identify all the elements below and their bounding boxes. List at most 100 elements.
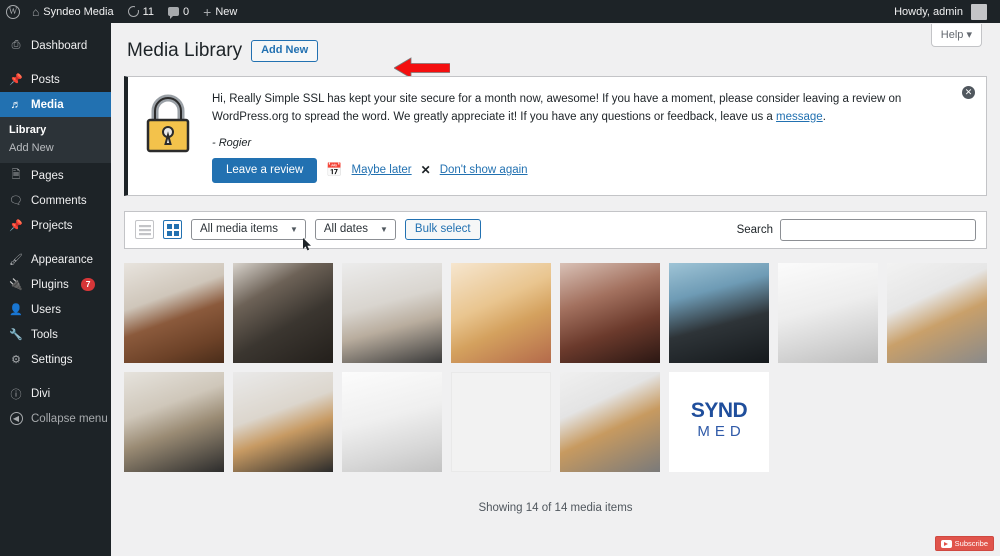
x-icon: ✕ (420, 163, 431, 178)
new-content-button[interactable]: + New (196, 0, 244, 23)
review-notice: Hi, Really Simple SSL has kept your site… (124, 76, 987, 196)
pin-icon: 📌 (9, 220, 23, 232)
sidebar-item-label: Users (31, 303, 62, 316)
list-view-icon[interactable] (135, 220, 154, 240)
sidebar-item-media[interactable]: ♬ Media (0, 92, 118, 117)
sidebar-item-plugins[interactable]: 🔌 Plugins 7 (0, 272, 111, 297)
my-account-button[interactable]: Howdy, admin (887, 0, 1000, 23)
media-item-laptop-keyboard[interactable] (342, 371, 442, 472)
updates-button[interactable]: 11 (121, 0, 161, 23)
wrench-icon: 🔧 (9, 329, 23, 341)
help-tab-label: Help (940, 29, 964, 41)
sliders-icon: ⚙ (11, 354, 21, 366)
media-item-blank-placeholder[interactable] (451, 371, 551, 472)
media-item-person-with-camera[interactable] (451, 262, 551, 363)
admin-content: Help ▾ Media Library Add New Hi, Really … (111, 23, 1000, 556)
date-filter-value: All dates (323, 223, 368, 236)
sidebar-item-label: Comments (31, 194, 87, 207)
divi-icon: ⓘ (10, 388, 22, 401)
media-item-laptop-desk[interactable] (778, 262, 878, 363)
wordpress-logo-icon (6, 4, 20, 19)
youtube-subscribe-label: Subscribe (954, 539, 988, 548)
sidebar-item-label: Posts (31, 73, 60, 86)
leave-a-review-button[interactable]: Leave a review (212, 157, 318, 183)
home-icon: ⌂ (32, 4, 40, 19)
admin-bar: ⌂ Syndeo Media 11 0 + New Howdy, admin (0, 0, 1000, 23)
grid-view-icon[interactable] (163, 220, 182, 240)
media-item-man-smiling-mountains[interactable] (669, 262, 769, 363)
media-item-glasses-notebook[interactable] (124, 371, 224, 472)
add-new-button[interactable]: Add New (251, 40, 319, 62)
media-item-leather-backpack[interactable] (124, 262, 224, 363)
media-item-headphones-phone[interactable] (887, 262, 987, 363)
dismiss-circle-icon[interactable]: ✕ (962, 86, 975, 99)
media-submenu: Library Add New (0, 117, 111, 163)
site-name-label: Syndeo Media (43, 5, 114, 18)
media-item-desk-plants[interactable] (233, 262, 333, 363)
plus-icon: + (203, 3, 212, 20)
site-name-button[interactable]: ⌂ Syndeo Media (25, 0, 121, 23)
submenu-item-add-new[interactable]: Add New (0, 139, 111, 157)
wordpress-admin-screen: ⌂ Syndeo Media 11 0 + New Howdy, admin ⎙… (0, 0, 1000, 556)
submenu-item-library[interactable]: Library (0, 121, 111, 139)
user-icon: 👤 (9, 304, 23, 316)
search-label: Search (736, 223, 773, 236)
sidebar-item-collapse-menu[interactable]: ◀ Collapse menu (0, 406, 111, 431)
media-item-phone-on-desk[interactable] (233, 371, 333, 472)
media-item-syndmed-logo[interactable]: SYND MED (669, 371, 769, 472)
youtube-play-icon (940, 539, 952, 548)
sidebar-item-label: Divi (31, 387, 51, 400)
notice-message-link[interactable]: message (776, 111, 823, 123)
sidebar-item-dashboard[interactable]: ⎙ Dashboard (0, 33, 111, 58)
date-filter-select[interactable]: All dates ▼ (314, 219, 396, 241)
plug-icon: 🔌 (9, 279, 23, 291)
youtube-subscribe-widget[interactable]: Subscribe (934, 536, 994, 551)
search-area: Search (736, 218, 976, 241)
sidebar-item-label: Dashboard (31, 39, 88, 52)
sidebar-item-comments[interactable]: 🗨 Comments (0, 188, 111, 213)
page-title: Media Library (127, 40, 243, 61)
notice-body: Hi, Really Simple SSL has kept your site… (212, 89, 972, 183)
collapse-icon: ◀ (9, 412, 23, 426)
media-item-glasses-on-book[interactable] (342, 262, 442, 363)
wordpress-logo-button[interactable] (0, 0, 25, 23)
dashboard-icon: ⎙ (11, 39, 21, 51)
media-grid: SYND MED (124, 262, 987, 472)
sidebar-item-projects[interactable]: 📌 Projects (0, 213, 111, 238)
notice-actions: Leave a review 📅 Maybe later ✕ Don't sho… (212, 157, 972, 183)
sidebar-item-settings[interactable]: ⚙ Settings (0, 347, 111, 372)
page-header: Media Library Add New (111, 23, 1000, 70)
sidebar-item-pages[interactable]: 🗎 Pages (0, 163, 111, 188)
media-toolbar: All media items ▼ All dates ▼ Bulk selec… (124, 210, 987, 249)
comments-button[interactable]: 0 (161, 0, 196, 23)
sidebar-item-appearance[interactable]: 🖌 Appearance (0, 247, 111, 272)
sidebar-item-label: Projects (31, 219, 73, 232)
notice-message: Hi, Really Simple SSL has kept your site… (212, 91, 972, 127)
sidebar-item-divi[interactable]: ⓘ Divi (0, 381, 111, 406)
sidebar-item-label: Media (31, 98, 64, 111)
maybe-later-link[interactable]: Maybe later (352, 164, 412, 176)
sidebar-item-posts[interactable]: 📌 Posts (0, 67, 111, 92)
bulk-select-button[interactable]: Bulk select (404, 219, 481, 241)
padlock-icon (142, 89, 198, 160)
dont-show-again-link[interactable]: Don't show again (440, 164, 528, 176)
sidebar-item-tools[interactable]: 🔧 Tools (0, 322, 111, 347)
help-tab-button[interactable]: Help ▾ (930, 24, 982, 47)
sidebar-item-label: Collapse menu (31, 412, 108, 425)
sidebar-item-label: Plugins (31, 278, 69, 291)
sidebar-separator (0, 58, 111, 67)
avatar (971, 3, 987, 20)
sidebar-item-users[interactable]: 👤 Users (0, 297, 111, 322)
media-type-filter-value: All media items (200, 223, 278, 236)
page-icon: 🗎 (11, 169, 21, 181)
media-type-filter-select[interactable]: All media items ▼ (191, 219, 306, 241)
search-input[interactable] (780, 218, 976, 241)
media-item-woman-portrait[interactable] (560, 262, 660, 363)
admin-sidebar: ⎙ Dashboard 📌 Posts ♬ Media Library Add … (0, 23, 118, 556)
sidebar-item-label: Settings (31, 353, 73, 366)
sidebar-separator (0, 238, 111, 247)
comment-icon: 🗨 (9, 195, 23, 207)
media-item-headphones-phone-flatlay[interactable] (560, 371, 660, 472)
submenu-item-label: Library (9, 124, 47, 136)
calendar-icon: 📅 (326, 162, 343, 178)
